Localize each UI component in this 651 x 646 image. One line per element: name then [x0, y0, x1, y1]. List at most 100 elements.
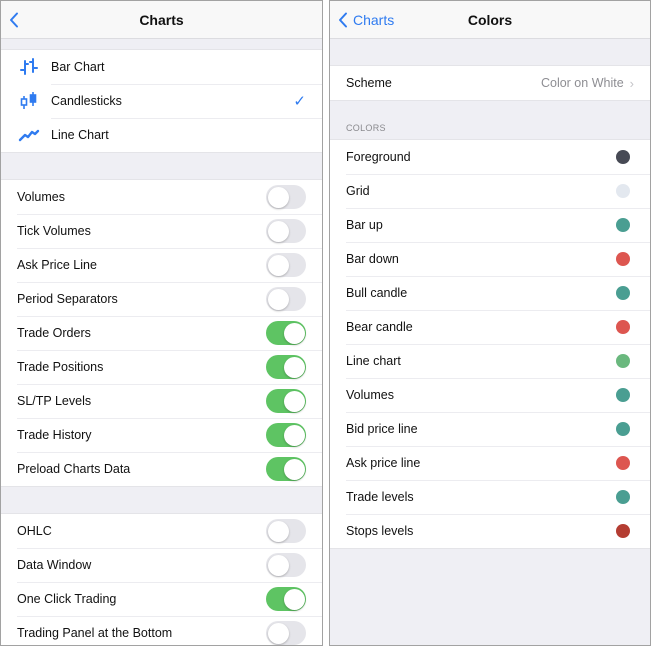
color-swatch[interactable] — [616, 524, 630, 538]
setting-sl-tp-levels: SL/TP Levels — [1, 384, 322, 418]
trade-positions-toggle[interactable] — [266, 355, 306, 379]
period-separators-toggle[interactable] — [266, 287, 306, 311]
setting-trade-orders: Trade Orders — [1, 316, 322, 350]
bar-chart-icon — [17, 57, 41, 77]
color-swatch[interactable] — [616, 388, 630, 402]
trade-orders-toggle[interactable] — [266, 321, 306, 345]
color-swatch[interactable] — [616, 252, 630, 266]
color-label: Bar down — [346, 252, 399, 266]
setting-label: Trade History — [17, 428, 92, 442]
scheme-group: Scheme Color on White › — [330, 65, 650, 101]
navigation-bar: Charts — [1, 1, 322, 39]
setting-label: Volumes — [17, 190, 65, 204]
color-swatch[interactable] — [616, 422, 630, 436]
ask-price-line-toggle[interactable] — [266, 253, 306, 277]
color-label: Line chart — [346, 354, 401, 368]
one-click-trading-toggle[interactable] — [266, 587, 306, 611]
color-label: Trade levels — [346, 490, 414, 504]
sl-tp-levels-toggle[interactable] — [266, 389, 306, 413]
setting-label: OHLC — [17, 524, 52, 538]
color-label: Bid price line — [346, 422, 418, 436]
color-swatch[interactable] — [616, 490, 630, 504]
tick-volumes-toggle[interactable] — [266, 219, 306, 243]
ohlc-toggle[interactable] — [266, 519, 306, 543]
colors-settings-panel: Charts Colors Scheme Color on White › CO… — [329, 0, 651, 646]
back-button[interactable]: Charts — [338, 1, 394, 39]
chart-type-label: Line Chart — [51, 128, 109, 142]
color-swatch[interactable] — [616, 286, 630, 300]
page-title: Charts — [139, 11, 184, 28]
color-label: Bear candle — [346, 320, 413, 334]
color-swatch[interactable] — [616, 456, 630, 470]
trade-history-toggle[interactable] — [266, 423, 306, 447]
color-list: Foreground Grid Bar up Bar down Bull candle B… — [330, 139, 650, 549]
color-row[interactable]: Volumes — [330, 378, 650, 412]
scheme-row[interactable]: Scheme Color on White › — [330, 66, 650, 100]
setting-trade-positions: Trade Positions — [1, 350, 322, 384]
setting-label: Preload Charts Data — [17, 462, 131, 476]
chevron-left-icon — [339, 12, 347, 28]
spacer — [1, 153, 322, 179]
chart-type-label: Candlesticks — [51, 94, 122, 108]
data-window-toggle[interactable] — [266, 553, 306, 577]
setting-label: Tick Volumes — [17, 224, 91, 238]
chart-type-candlesticks[interactable]: Candlesticks ✓ — [1, 84, 322, 118]
color-row[interactable]: Bear candle — [330, 310, 650, 344]
color-swatch[interactable] — [616, 354, 630, 368]
chart-type-label: Bar Chart — [51, 60, 105, 74]
setting-label: Period Separators — [17, 292, 118, 306]
color-label: Bar up — [346, 218, 383, 232]
setting-label: Trading Panel at the Bottom — [17, 626, 173, 640]
setting-label: Data Window — [17, 558, 92, 572]
chevron-left-icon — [10, 12, 18, 28]
color-label: Volumes — [346, 388, 394, 402]
setting-trade-history: Trade History — [1, 418, 322, 452]
setting-data-window: Data Window — [1, 548, 322, 582]
setting-label: SL/TP Levels — [17, 394, 92, 408]
setting-tick-volumes: Tick Volumes — [1, 214, 322, 248]
color-swatch[interactable] — [616, 218, 630, 232]
color-label: Foreground — [346, 150, 411, 164]
spacer — [1, 39, 322, 49]
setting-label: Trade Orders — [17, 326, 91, 340]
color-label: Bull candle — [346, 286, 408, 300]
setting-label: Trade Positions — [17, 360, 104, 374]
spacer — [1, 487, 322, 513]
color-row[interactable]: Foreground — [330, 140, 650, 174]
color-row[interactable]: Bar up — [330, 208, 650, 242]
chart-type-bar-chart[interactable]: Bar Chart — [1, 50, 322, 84]
setting-label: Ask Price Line — [17, 258, 97, 272]
chart-type-list: Bar Chart Candlesticks ✓ Line Chart — [1, 49, 322, 153]
color-row[interactable]: Bull candle — [330, 276, 650, 310]
volumes-toggle[interactable] — [266, 185, 306, 209]
spacer — [330, 39, 650, 65]
color-swatch[interactable] — [616, 184, 630, 198]
setting-trading-panel-bottom: Trading Panel at the Bottom — [1, 616, 322, 645]
color-row[interactable]: Line chart — [330, 344, 650, 378]
color-swatch[interactable] — [616, 150, 630, 164]
setting-period-separators: Period Separators — [1, 282, 322, 316]
chart-type-line-chart[interactable]: Line Chart — [1, 118, 322, 152]
setting-preload-charts-data: Preload Charts Data — [1, 452, 322, 486]
color-row[interactable]: Bid price line — [330, 412, 650, 446]
color-row[interactable]: Stops levels — [330, 514, 650, 548]
color-row[interactable]: Grid — [330, 174, 650, 208]
scheme-label: Scheme — [346, 76, 392, 90]
setting-ohlc: OHLC — [1, 514, 322, 548]
scheme-value: Color on White — [540, 76, 624, 90]
setting-one-click-trading: One Click Trading — [1, 582, 322, 616]
setting-volumes: Volumes — [1, 180, 322, 214]
trading-panel-bottom-toggle[interactable] — [266, 621, 306, 645]
setting-label: One Click Trading — [17, 592, 117, 606]
color-swatch[interactable] — [616, 320, 630, 334]
back-button[interactable] — [9, 1, 19, 39]
color-row[interactable]: Trade levels — [330, 480, 650, 514]
color-row[interactable]: Bar down — [330, 242, 650, 276]
color-row[interactable]: Ask price line — [330, 446, 650, 480]
section-header-colors: COLORS — [346, 123, 386, 133]
back-label: Charts — [353, 12, 395, 28]
charts-settings-panel: Charts Bar Chart Candlesticks ✓ Line Cha… — [0, 0, 323, 646]
setting-ask-price-line: Ask Price Line — [1, 248, 322, 282]
checkmark-icon: ✓ — [293, 93, 306, 110]
preload-charts-data-toggle[interactable] — [266, 457, 306, 481]
